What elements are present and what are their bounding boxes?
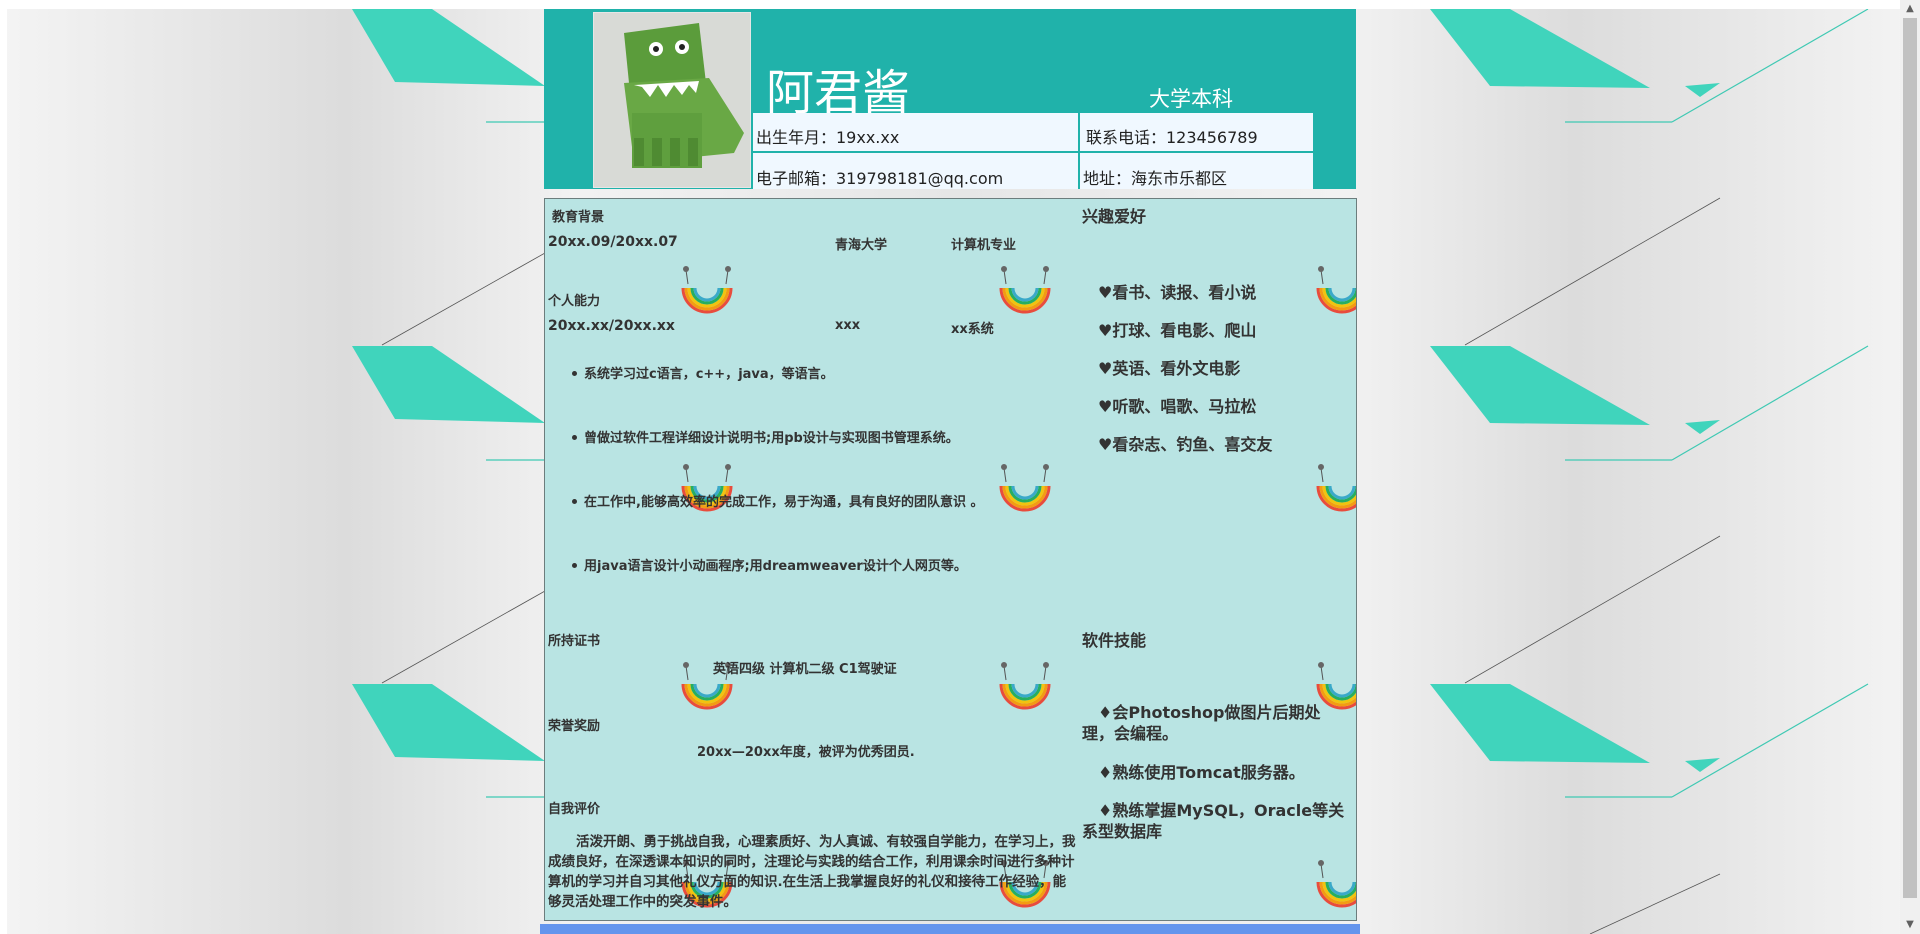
birth-date-cell: 出生年月：19xx.xx (753, 113, 1078, 151)
self-eval-heading: 自我评价 (548, 802, 601, 817)
rainbow-decoration-icon (1312, 856, 1356, 920)
rainbow-decoration-icon (995, 262, 1055, 347)
hobby-item: ♥英语、看外文电影 (1098, 359, 1241, 378)
skills-heading: 软件技能 (1082, 631, 1147, 650)
degree-label: 大学本科 (1149, 87, 1233, 111)
resume-body: 教育背景 20xx.09/20xx.07 青海大学 计算机专业 个人能力 20x… (544, 198, 1357, 921)
top-strip (0, 0, 1900, 9)
hobby-item: ♥听歌、唱歌、马拉松 (1098, 397, 1257, 416)
resume-header: 阿君酱 大学本科 出生年月：19xx.xx 联系电话：123456789 电子邮… (544, 9, 1356, 189)
footer-bar (540, 924, 1360, 934)
certificates-content: 英语四级 计算机二级 C1驾驶证 (713, 662, 897, 677)
hobby-item: ♥看书、读报、看小说 (1098, 283, 1257, 302)
crocodile-toy-image (594, 13, 750, 187)
ability-bullet: 在工作中,能够高效率的完成工作，易于沟通，具有良好的团队意识 。 (584, 495, 984, 510)
bullet-dot (572, 563, 577, 568)
profile-photo (593, 12, 751, 188)
hobby-item: ♥打球、看电影、爬山 (1098, 321, 1257, 340)
ability-period: 20xx.xx/20xx.xx (548, 318, 675, 334)
rainbow-decoration-icon (1312, 262, 1356, 347)
bullet-dot (572, 371, 577, 376)
education-major: 计算机专业 (951, 238, 1017, 253)
honors-content: 20xx—20xx年度，被评为优秀团员. (697, 745, 915, 760)
ability-bullet: 系统学习过c语言，c++，java，等语言。 (584, 367, 834, 382)
honors-heading: 荣誉奖励 (548, 719, 601, 734)
certificates-heading: 所持证书 (548, 634, 601, 649)
scroll-thumb[interactable] (1903, 18, 1917, 898)
rainbow-decoration-icon (677, 262, 737, 347)
skill-item: ♦熟练掌握MySQL，Oracle等关系型数据库 (1082, 801, 1345, 841)
skill-item: ♦会Photoshop做图片后期处理，会编程。 (1082, 703, 1321, 743)
ability-heading: 个人能力 (548, 294, 601, 309)
bullet-dot (572, 435, 577, 440)
left-strip (0, 0, 7, 934)
rainbow-decoration-icon (1312, 460, 1356, 545)
ability-bullet: 曾做过软件工程详细设计说明书;用pb设计与实现图书管理系统。 (584, 431, 959, 446)
self-eval-content: 活泼开朗、勇于挑战自我，心理素质好、为人真诚、有较强自学能力，在学习上，我成绩良… (548, 834, 1076, 910)
phone-cell: 联系电话：123456789 (1080, 113, 1313, 151)
ability-dept: xx系统 (951, 322, 994, 337)
address-cell: 地址：海东市乐都区 (1080, 153, 1313, 189)
hobby-item: ♥看杂志、钓鱼、喜交友 (1098, 435, 1273, 454)
hobbies-heading: 兴趣爱好 (1082, 207, 1147, 226)
rainbow-decoration-icon (995, 460, 1055, 545)
skill-item: ♦熟练使用Tomcat服务器。 (1098, 763, 1305, 782)
email-cell: 电子邮箱：319798181@qq.com (753, 153, 1078, 189)
education-heading: 教育背景 (552, 210, 605, 225)
ability-bullet: 用java语言设计小动画程序;用dreamweaver设计个人网页等。 (584, 559, 967, 574)
scroll-down-arrow-icon[interactable]: ▼ (1900, 916, 1920, 934)
education-school: 青海大学 (835, 238, 888, 253)
rainbow-decoration-icon (995, 658, 1055, 743)
ability-org: xxx (835, 318, 861, 333)
bullet-dot (572, 499, 577, 504)
education-period: 20xx.09/20xx.07 (548, 234, 678, 250)
scroll-up-arrow-icon[interactable]: ▲ (1900, 0, 1920, 18)
vertical-scrollbar[interactable]: ▲ ▼ (1900, 0, 1920, 934)
